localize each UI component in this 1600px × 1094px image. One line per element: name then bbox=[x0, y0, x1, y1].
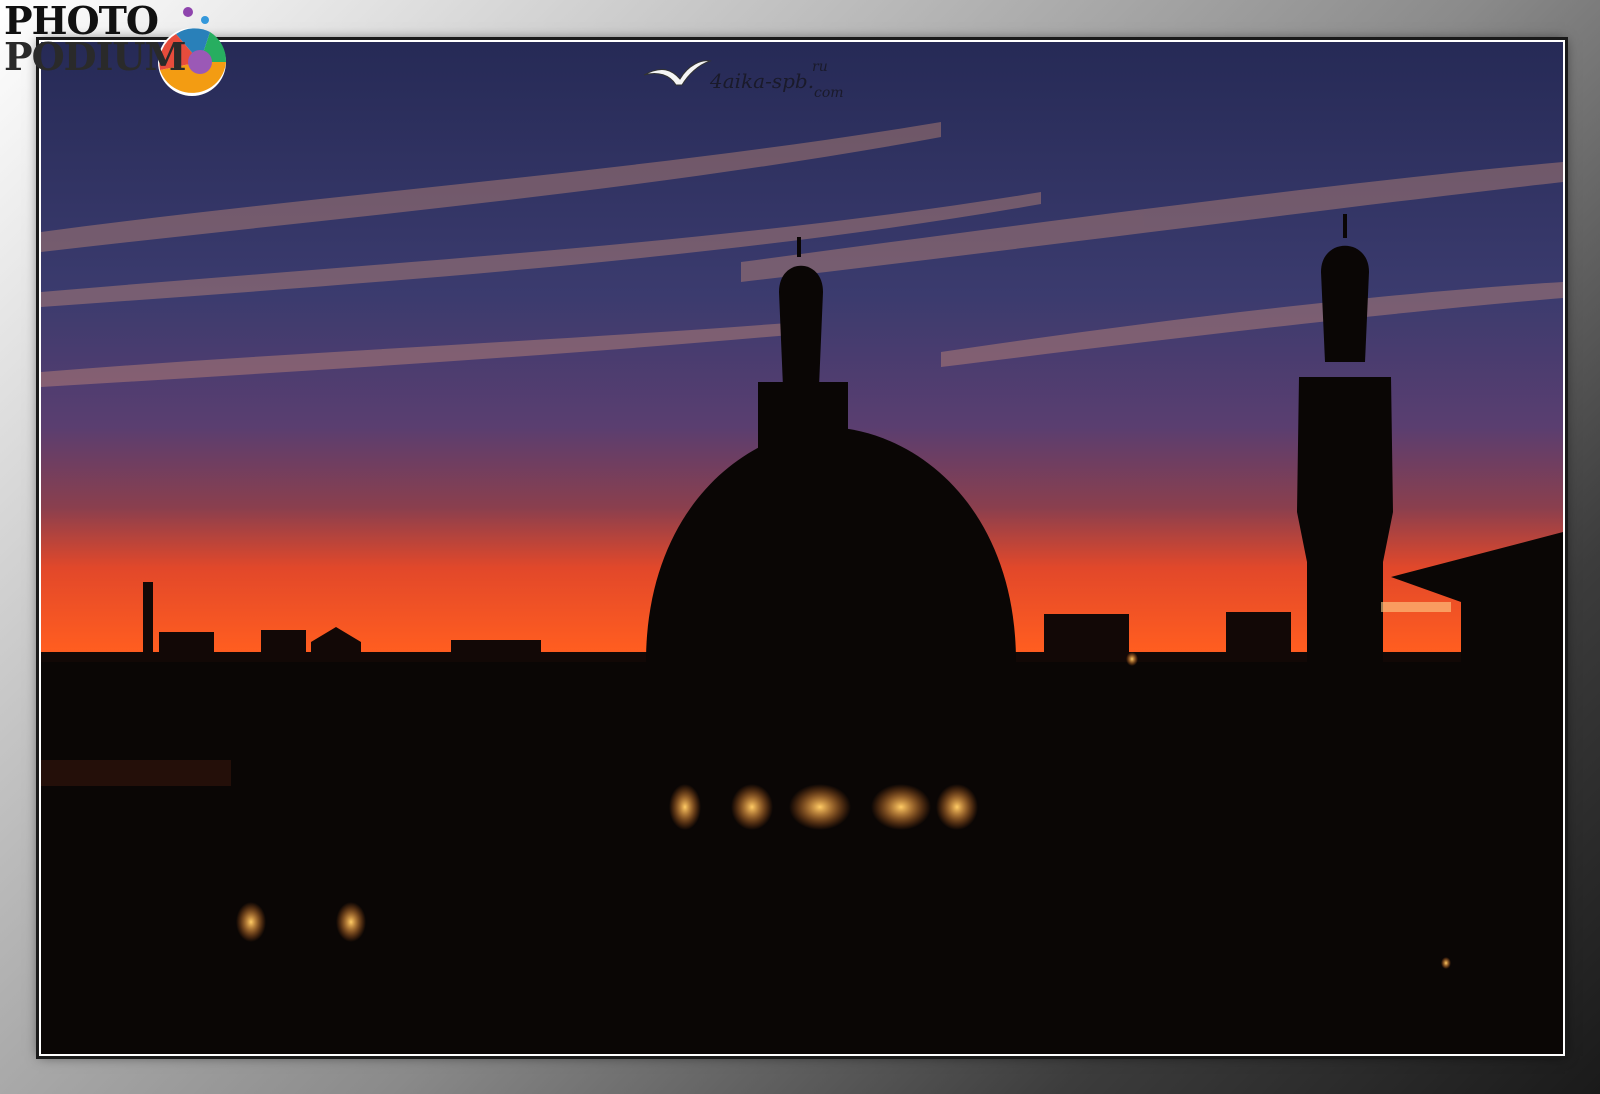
seagull-icon bbox=[643, 60, 712, 86]
watermark-ru: ru bbox=[812, 59, 828, 75]
watermark: 4aika-spb. ru com bbox=[642, 55, 862, 105]
watermark-com: com bbox=[814, 85, 844, 101]
photo-container bbox=[39, 40, 1565, 1056]
logo-line2: PODIUM bbox=[4, 34, 187, 79]
mosque-sunset-photo bbox=[41, 42, 1563, 1054]
watermark-main: 4aika-spb. bbox=[710, 69, 815, 93]
photo-frame: PHOTO PODIUM 4aika-spb. ru com bbox=[0, 0, 1600, 1094]
photopodium-logo: PHOTO PODIUM bbox=[0, 0, 240, 110]
